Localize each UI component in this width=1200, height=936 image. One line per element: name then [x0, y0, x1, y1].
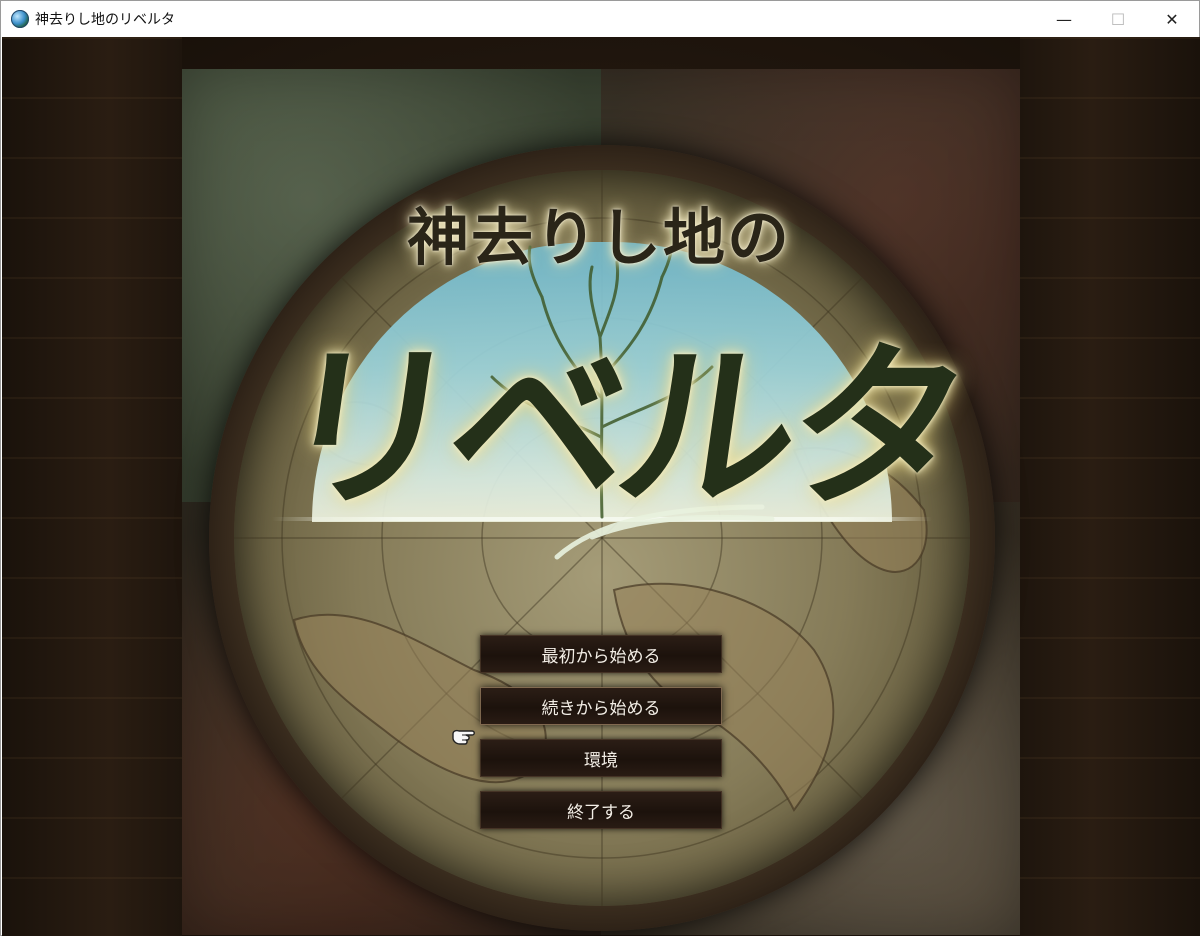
minimize-button[interactable]: —: [1037, 1, 1091, 37]
title-bar[interactable]: 神去りし地のリベルタ — ☐ ✕: [1, 1, 1199, 37]
window-title: 神去りし地のリベルタ: [35, 12, 175, 28]
close-button[interactable]: ✕: [1145, 1, 1199, 37]
window-controls: — ☐ ✕: [1037, 1, 1199, 37]
continue-button[interactable]: 続きから始める: [480, 687, 722, 725]
globe-icon: [11, 10, 29, 28]
maximize-button[interactable]: ☐: [1091, 1, 1145, 37]
title-menu: 最初から始める 続きから始める 環境 終了する: [480, 635, 722, 843]
options-button[interactable]: 環境: [480, 739, 722, 777]
right-ornament: [1020, 37, 1200, 936]
left-ornament: [2, 37, 182, 936]
app-window: 神去りし地のリベルタ — ☐ ✕ 神去りし地の リベルタ 最初から始める 続きか…: [0, 0, 1200, 936]
logo-subtitle: 神去りし地の: [407, 201, 792, 274]
pointing-hand-icon: [452, 729, 475, 745]
logo-title: リベルタ: [265, 323, 975, 532]
title-screen: 神去りし地の リベルタ 最初から始める 続きから始める 環境 終了する: [2, 37, 1200, 936]
new-game-button[interactable]: 最初から始める: [480, 635, 722, 673]
quit-button[interactable]: 終了する: [480, 791, 722, 829]
